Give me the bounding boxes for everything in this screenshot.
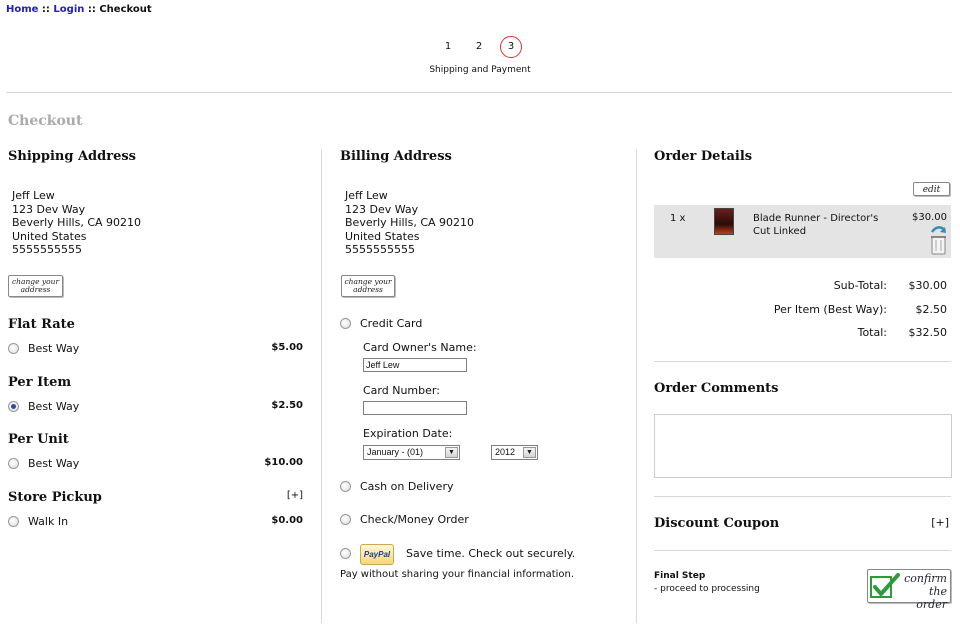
flat-rate-radio[interactable] — [8, 343, 19, 354]
flat-rate-option-label: Best Way — [28, 342, 80, 355]
address-country: United States — [12, 229, 87, 243]
card-number-input[interactable] — [363, 401, 467, 415]
per-unit-option-label: Best Way — [28, 457, 80, 470]
address-phone: 5555555555 — [345, 243, 415, 256]
shipping-group-store-pickup: Store Pickup — [8, 490, 102, 505]
step-1[interactable]: 1 — [437, 36, 459, 58]
remove-item-trash-icon[interactable] — [926, 225, 950, 256]
billing-address-title: Billing Address — [340, 149, 452, 164]
order-details-title: Order Details — [654, 149, 753, 164]
chevron-down-icon[interactable]: ▼ — [445, 447, 458, 458]
breadcrumb-current: Checkout — [99, 4, 152, 15]
check-money-order-radio[interactable] — [340, 514, 351, 525]
section-divider — [654, 361, 951, 362]
per-item-option-label: Best Way — [28, 400, 80, 413]
page-title: Checkout — [8, 113, 83, 129]
address-street: 123 Dev Way — [12, 202, 86, 216]
shipping-address-title: Shipping Address — [8, 149, 136, 164]
step-3-active: 3 — [500, 36, 522, 58]
card-number-label: Card Number: — [363, 384, 440, 397]
shipping-address: Jeff Lew 123 Dev Way Beverly Hills, CA 9… — [12, 189, 141, 257]
credit-card-radio[interactable] — [340, 318, 351, 329]
checkmark-icon — [870, 573, 900, 598]
discount-coupon-expand-button[interactable]: [+] — [915, 516, 949, 529]
breadcrumb-separator: :: — [84, 4, 100, 15]
walk-in-option-label: Walk In — [28, 515, 69, 528]
breadcrumb: Home :: Login :: Checkout — [6, 4, 152, 15]
step-caption: Shipping and Payment — [429, 65, 531, 75]
edit-order-button[interactable]: edit — [913, 182, 950, 196]
expiration-year-value: 2012 — [495, 447, 516, 457]
address-name: Jeff Lew — [345, 189, 388, 202]
discount-coupon-title: Discount Coupon — [654, 516, 780, 531]
breadcrumb-home-link[interactable]: Home — [6, 4, 38, 15]
walk-in-radio[interactable] — [8, 516, 19, 527]
expiration-month-select[interactable]: January - (01) ▼ — [363, 445, 460, 460]
address-name: Jeff Lew — [12, 189, 55, 202]
card-owner-label: Card Owner's Name: — [363, 341, 477, 354]
breadcrumb-login-link[interactable]: Login — [53, 4, 84, 15]
final-step-subtitle: - proceed to processing — [654, 584, 760, 594]
shipping-group-per-unit: Per Unit — [8, 432, 69, 447]
total-label: Total: — [857, 326, 887, 339]
column-divider — [636, 149, 637, 623]
order-item-quantity: 1 x — [670, 213, 686, 224]
paypal-tagline: Save time. Check out securely. — [406, 547, 576, 560]
change-billing-address-button[interactable]: change your address — [341, 275, 395, 297]
address-city: Beverly Hills, CA 90210 — [345, 216, 475, 229]
paypal-radio[interactable] — [340, 548, 351, 559]
order-comments-textarea[interactable] — [654, 414, 952, 478]
step-2[interactable]: 2 — [468, 36, 490, 58]
section-divider — [654, 496, 951, 497]
card-owner-input[interactable]: Jeff Lew — [363, 358, 467, 372]
order-comments-title: Order Comments — [654, 381, 779, 396]
per-item-price: $2.50 — [271, 400, 303, 411]
address-city: Beverly Hills, CA 90210 — [12, 216, 142, 229]
confirm-order-label: confirm the order — [904, 572, 947, 611]
billing-address: Jeff Lew 123 Dev Way Beverly Hills, CA 9… — [345, 189, 474, 257]
expiration-date-label: Expiration Date: — [363, 427, 453, 440]
store-pickup-expand-button[interactable]: [+] — [270, 490, 303, 501]
walk-in-price: $0.00 — [271, 515, 303, 526]
header-divider — [6, 92, 952, 93]
confirm-order-button[interactable]: confirm the order — [867, 569, 951, 611]
checkout-steps: 1 2 3 — [0, 36, 960, 58]
subtotal-label: Sub-Total: — [833, 279, 887, 292]
credit-card-label: Credit Card — [360, 317, 423, 330]
order-item-name[interactable]: Blade Runner - Director's Cut Linked — [753, 212, 893, 238]
change-shipping-address-button[interactable]: change your address — [8, 275, 63, 297]
expiration-year-select[interactable]: 2012 ▼ — [491, 445, 538, 460]
per-unit-price: $10.00 — [264, 457, 303, 468]
flat-rate-price: $5.00 — [271, 342, 303, 353]
order-item-price: $30.00 — [912, 212, 947, 223]
total-value: $32.50 — [908, 326, 948, 339]
chevron-down-icon[interactable]: ▼ — [523, 447, 536, 458]
shipping-cost-value: $2.50 — [915, 303, 948, 316]
column-divider — [321, 149, 322, 623]
address-phone: 5555555555 — [12, 243, 82, 256]
product-thumbnail[interactable] — [714, 208, 734, 235]
expiration-month-value: January - (01) — [367, 447, 424, 457]
shipping-group-per-item: Per Item — [8, 375, 72, 390]
final-step-title: Final Step — [654, 571, 706, 581]
paypal-logo: PayPal — [360, 544, 394, 565]
subtotal-value: $30.00 — [908, 279, 948, 292]
shipping-group-flat-rate: Flat Rate — [8, 317, 75, 332]
per-item-radio[interactable] — [8, 401, 19, 412]
cash-on-delivery-radio[interactable] — [340, 481, 351, 492]
per-unit-radio[interactable] — [8, 458, 19, 469]
check-money-order-label: Check/Money Order — [360, 513, 469, 526]
shipping-cost-label: Per Item (Best Way): — [773, 303, 887, 316]
paypal-note: Pay without sharing your financial infor… — [340, 569, 575, 580]
cash-on-delivery-label: Cash on Delivery — [360, 480, 454, 493]
address-street: 123 Dev Way — [345, 202, 419, 216]
breadcrumb-separator: :: — [38, 4, 54, 15]
section-divider — [654, 550, 951, 551]
address-country: United States — [345, 229, 420, 243]
